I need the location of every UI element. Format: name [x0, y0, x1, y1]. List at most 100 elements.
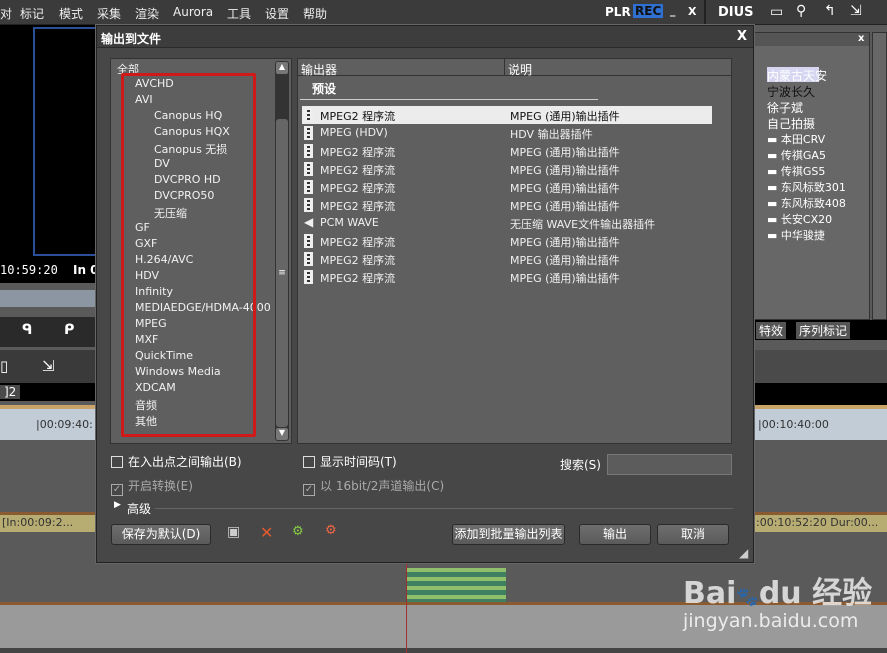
- bin-folder[interactable]: 内蒙古天安: [767, 67, 827, 84]
- delete-icon[interactable]: ✕: [260, 523, 273, 542]
- film-icon: [304, 180, 313, 194]
- time-ruler-right[interactable]: |00:10:40:00: [754, 409, 887, 440]
- sequence-tab[interactable]: ]2: [0, 385, 21, 399]
- tab-effects[interactable]: 特效: [756, 322, 787, 339]
- group-presets[interactable]: 预设: [312, 80, 336, 97]
- list-row[interactable]: MPEG2 程序流 MPEG (通用)输出插件: [302, 268, 712, 286]
- tab-bar-right: [754, 383, 887, 405]
- menu-item-aurora[interactable]: Aurora: [173, 5, 213, 19]
- bin-subfolder[interactable]: ▬ 东风标致301: [767, 179, 846, 195]
- search-icon[interactable]: ⚲: [796, 3, 806, 19]
- export-button[interactable]: 输出: [579, 524, 651, 545]
- import-icon[interactable]: ⇲: [850, 3, 862, 19]
- time-ruler[interactable]: |00:09:40:: [0, 409, 96, 440]
- clip-label: :00:10:52:20 Dur:00...: [756, 516, 879, 529]
- bin-folder[interactable]: 徐子斌: [767, 99, 803, 116]
- menu-item-render[interactable]: 渲染: [135, 5, 159, 22]
- exporter-name: MPEG2 程序流: [320, 254, 396, 267]
- mark-out-icon[interactable]: ᑭ: [64, 322, 74, 338]
- output-16bit-checkbox[interactable]: ✓ 以 16bit/2声道输出(C): [303, 477, 444, 496]
- menu-item[interactable]: 对: [0, 5, 12, 22]
- new-icon[interactable]: ▯: [0, 357, 8, 375]
- clip[interactable]: [In:00:09:2...: [0, 512, 96, 532]
- film-icon: [304, 198, 313, 212]
- folder-icon[interactable]: ▭: [770, 4, 783, 20]
- minimize-button[interactable]: _: [670, 4, 676, 17]
- search-input[interactable]: [607, 454, 732, 475]
- add-to-batch-button[interactable]: 添加到批量输出列表: [452, 524, 565, 545]
- menu-item-mode[interactable]: 模式: [59, 5, 83, 22]
- bin-close-button[interactable]: x: [858, 33, 864, 44]
- menu-item-help[interactable]: 帮助: [303, 5, 327, 22]
- column-exporter[interactable]: 输出器: [301, 61, 337, 78]
- enable-convert-checkbox[interactable]: ✓ 开启转换(E): [111, 477, 193, 496]
- exporter-description: MPEG (通用)输出插件: [510, 236, 620, 249]
- menu-item-mark[interactable]: 标记: [20, 5, 44, 22]
- bin-subfolder[interactable]: ▬ 中华骏捷: [767, 227, 825, 243]
- save-default-button[interactable]: 保存为默认(D): [111, 524, 211, 545]
- exporter-description: 无压缩 WAVE文件输出器插件: [510, 218, 656, 231]
- export-icon[interactable]: ⇲: [42, 357, 55, 375]
- bin-subfolder[interactable]: ▬ 传祺GA5: [767, 147, 826, 163]
- scroll-down-icon[interactable]: ▼: [276, 428, 288, 440]
- timeline-cursor[interactable]: [406, 563, 407, 653]
- menu-item-settings[interactable]: 设置: [265, 5, 289, 22]
- exporter-name: MPEG2 程序流: [320, 182, 396, 195]
- list-row[interactable]: MPEG (HDV) HDV 输出器插件: [302, 124, 712, 142]
- exporter-list: 输出器 说明 预设 MPEG2 程序流 MPEG (通用)输出插件 MPEG (HD…: [297, 58, 732, 444]
- exporter-name: MPEG2 程序流: [320, 164, 396, 177]
- dialog-close-button[interactable]: X: [737, 29, 747, 44]
- menubar: 对 标记 模式 采集 渲染 Aurora 工具 设置 帮助 PLR REC _ …: [0, 0, 887, 25]
- show-timecode-checkbox[interactable]: 显示时间码(T): [303, 453, 397, 470]
- scroll-up-icon[interactable]: ▲: [276, 62, 288, 74]
- ruler-label: |00:09:40:: [36, 418, 93, 431]
- list-row[interactable]: ◀ PCM WAVE 无压缩 WAVE文件输出器插件: [302, 214, 712, 232]
- bin-subfolder[interactable]: ▬ 长安CX20: [767, 211, 832, 227]
- list-row[interactable]: MPEG2 程序流 MPEG (通用)输出插件: [302, 160, 712, 178]
- bin-folder-selected[interactable]: 宁波长久: [767, 83, 815, 100]
- close-button[interactable]: X: [688, 5, 696, 18]
- audio-clip-waveform[interactable]: [406, 568, 506, 602]
- plr-button[interactable]: PLR: [605, 5, 631, 19]
- menu-item-tools[interactable]: 工具: [227, 5, 251, 22]
- bin-subfolder[interactable]: ▬ 本田CRV: [767, 131, 825, 147]
- list-row[interactable]: MPEG2 程序流 MPEG (通用)输出插件: [302, 142, 712, 160]
- tab-sequence-markers[interactable]: 序列标记: [796, 322, 851, 339]
- resize-grip-icon[interactable]: ◢: [739, 546, 748, 560]
- exporter-description: MPEG (通用)输出插件: [510, 272, 620, 285]
- exporter-name: MPEG2 程序流: [320, 200, 396, 213]
- list-row[interactable]: MPEG2 程序流 MPEG (通用)输出插件: [302, 232, 712, 250]
- save-preset-icon[interactable]: ▣: [227, 524, 240, 540]
- list-row[interactable]: MPEG2 程序流 MPEG (通用)输出插件: [302, 196, 712, 214]
- cancel-button[interactable]: 取消: [657, 524, 729, 545]
- rec-button[interactable]: REC: [633, 4, 664, 18]
- list-row[interactable]: MPEG2 程序流 MPEG (通用)输出插件: [302, 106, 712, 124]
- clip-right[interactable]: :00:10:52:20 Dur:00...: [754, 512, 887, 532]
- preview-scrubber[interactable]: [0, 290, 96, 307]
- search-label: 搜索(S): [560, 458, 601, 472]
- mark-in-icon[interactable]: ᑫ: [22, 322, 32, 338]
- column-divider[interactable]: [504, 59, 505, 76]
- up-icon[interactable]: ↰: [824, 3, 836, 19]
- group-divider: [300, 99, 598, 100]
- film-icon: [304, 270, 313, 284]
- bin-subfolder[interactable]: ▬ 东风标致408: [767, 195, 846, 211]
- column-description[interactable]: 说明: [508, 61, 532, 78]
- tree-scrollbar[interactable]: ▲ ≡ ▼: [275, 61, 289, 441]
- scroll-thumb[interactable]: ≡: [276, 119, 288, 427]
- bottom-bar: [0, 648, 887, 653]
- import-preset-icon[interactable]: ⚙: [292, 524, 304, 539]
- expand-advanced-icon[interactable]: ▶: [114, 500, 121, 510]
- dialog-titlebar[interactable]: 输出到文件 X: [97, 26, 753, 48]
- list-row[interactable]: MPEG2 程序流 MPEG (通用)输出插件: [302, 178, 712, 196]
- export-preset-icon[interactable]: ⚙: [325, 523, 337, 538]
- between-in-out-checkbox[interactable]: 在入出点之间输出(B): [111, 453, 242, 470]
- advanced-toggle[interactable]: 高级: [127, 500, 151, 517]
- bin-subfolder[interactable]: ▬ 传祺GS5: [767, 163, 825, 179]
- format-tree: 全部 AVCHD AVI Canopus HQ Canopus HQX Canopus …: [110, 58, 292, 444]
- exporter-description: HDV 输出器插件: [510, 128, 593, 141]
- bin-folder[interactable]: 自己拍摄: [767, 115, 815, 132]
- advanced-divider: [155, 508, 733, 509]
- list-row[interactable]: MPEG2 程序流 MPEG (通用)输出插件: [302, 250, 712, 268]
- menu-item-capture[interactable]: 采集: [97, 5, 121, 22]
